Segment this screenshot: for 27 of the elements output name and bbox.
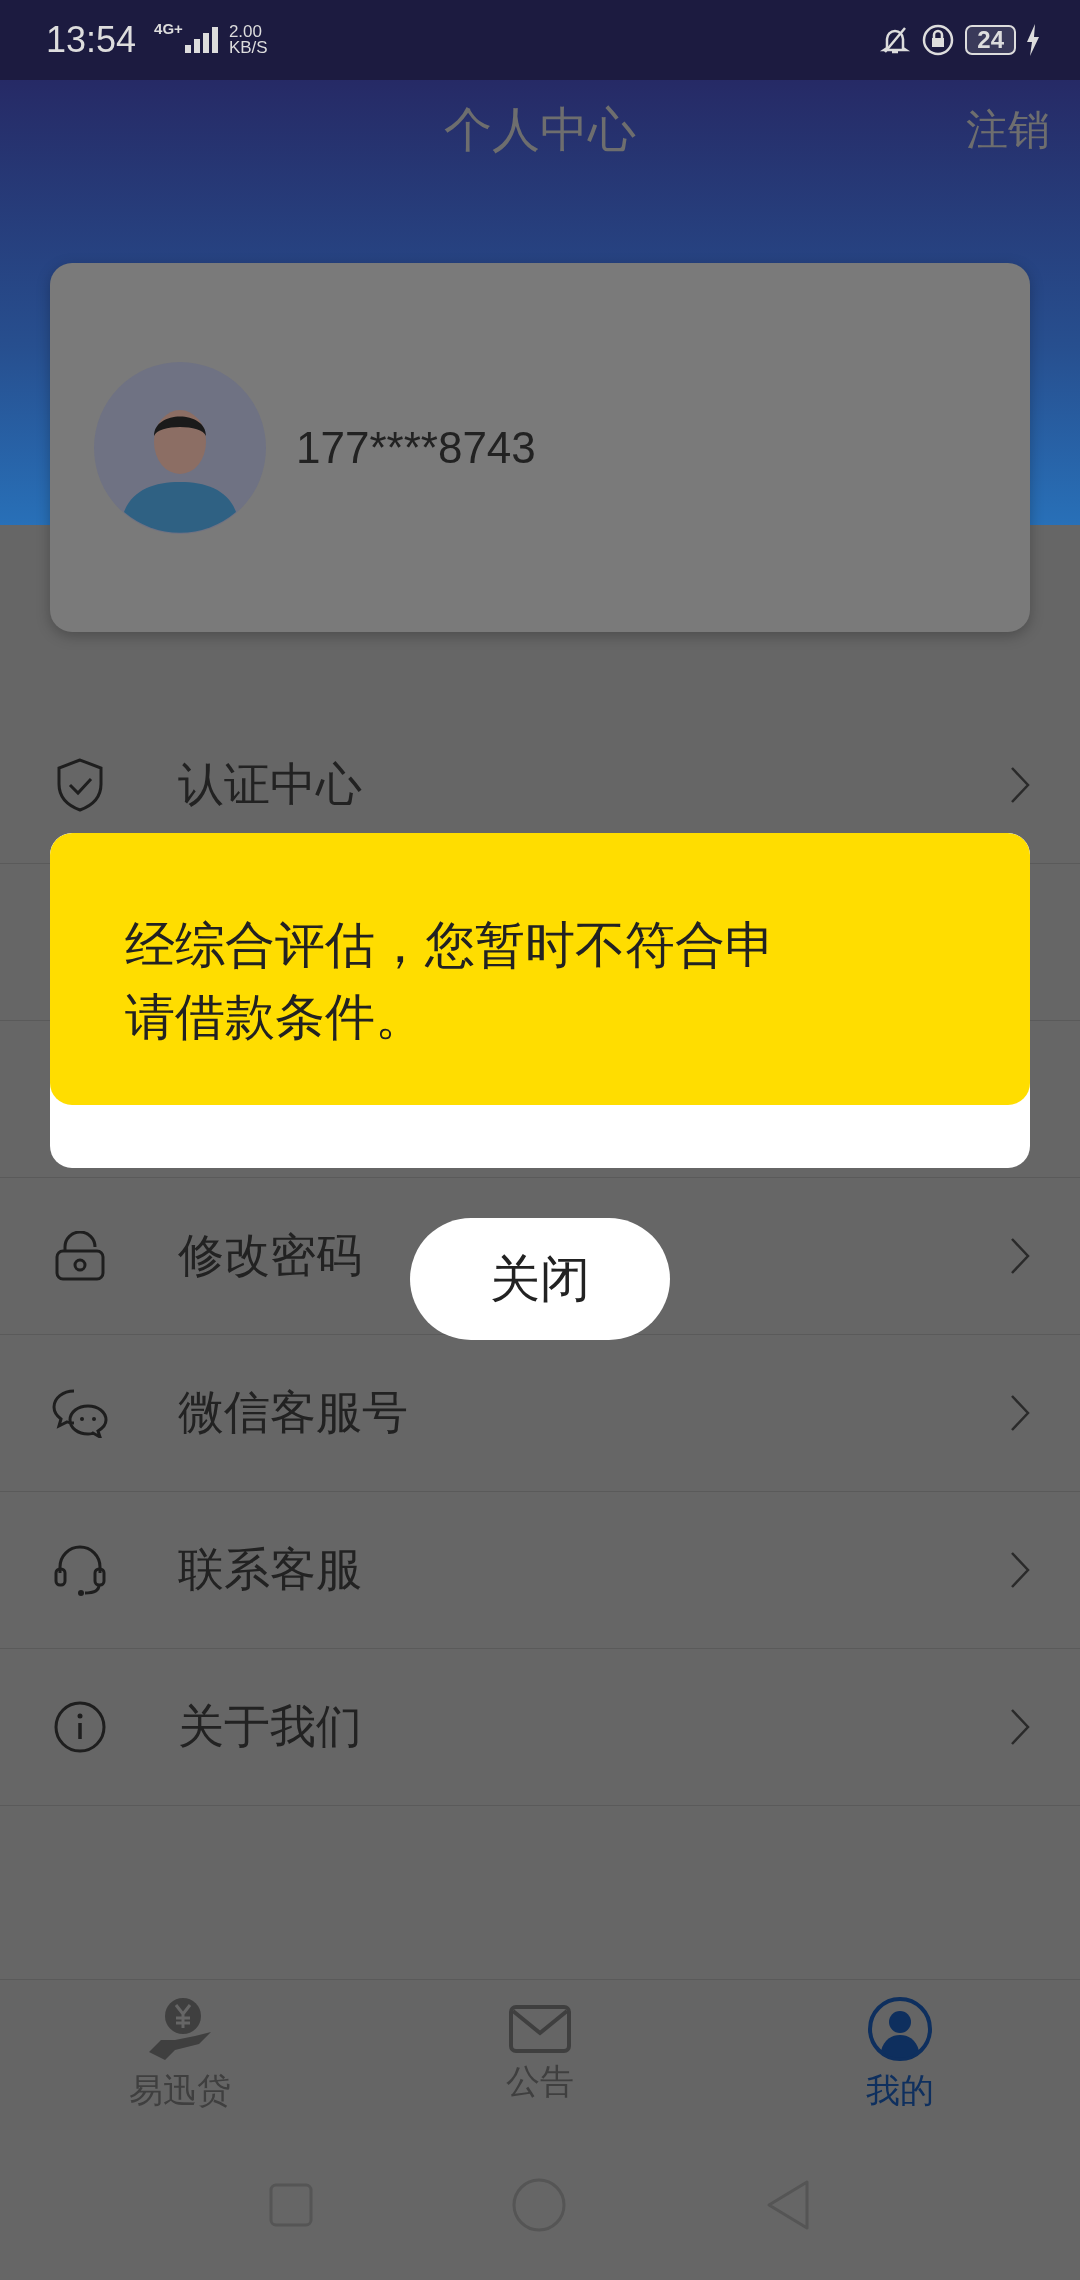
page-title: 个人中心 <box>444 100 636 159</box>
chevron-right-icon <box>1010 1551 1030 1589</box>
avatar-silhouette-icon <box>94 361 266 534</box>
chevron-right-icon <box>1010 1237 1030 1275</box>
network-speed: 2.00 KB/S <box>228 24 268 56</box>
dialog-message: 经综合评估，您暂时不符合申请借款条件。 <box>125 915 776 1048</box>
logout-link[interactable]: 注销 <box>966 102 1050 158</box>
phone-number: 177****8743 <box>296 422 536 473</box>
envelope-icon <box>509 2005 571 2053</box>
signal-icon <box>184 27 219 53</box>
chat-bubbles-icon <box>52 1388 108 1438</box>
chevron-right-icon <box>1010 1394 1030 1432</box>
battery-level: 24 <box>965 25 1016 55</box>
close-button[interactable]: 关闭 <box>410 1218 670 1340</box>
menu-item[interactable]: 联系客服 <box>0 1492 1080 1649</box>
status-time: 13:54 <box>46 19 137 61</box>
menu-item[interactable]: 关于我们 <box>0 1649 1080 1806</box>
user-circle-icon <box>867 1996 933 2062</box>
chevron-right-icon <box>1010 766 1030 804</box>
charging-icon <box>1026 24 1040 56</box>
tab-item[interactable]: 我的 <box>720 1980 1080 2130</box>
lock-rotation-icon <box>921 23 956 57</box>
info-icon <box>52 1701 108 1753</box>
headset-icon <box>52 1543 108 1597</box>
chevron-right-icon <box>1010 1708 1030 1746</box>
network-type: 4G+ <box>154 20 183 37</box>
coin-hand-icon <box>147 1996 213 2062</box>
